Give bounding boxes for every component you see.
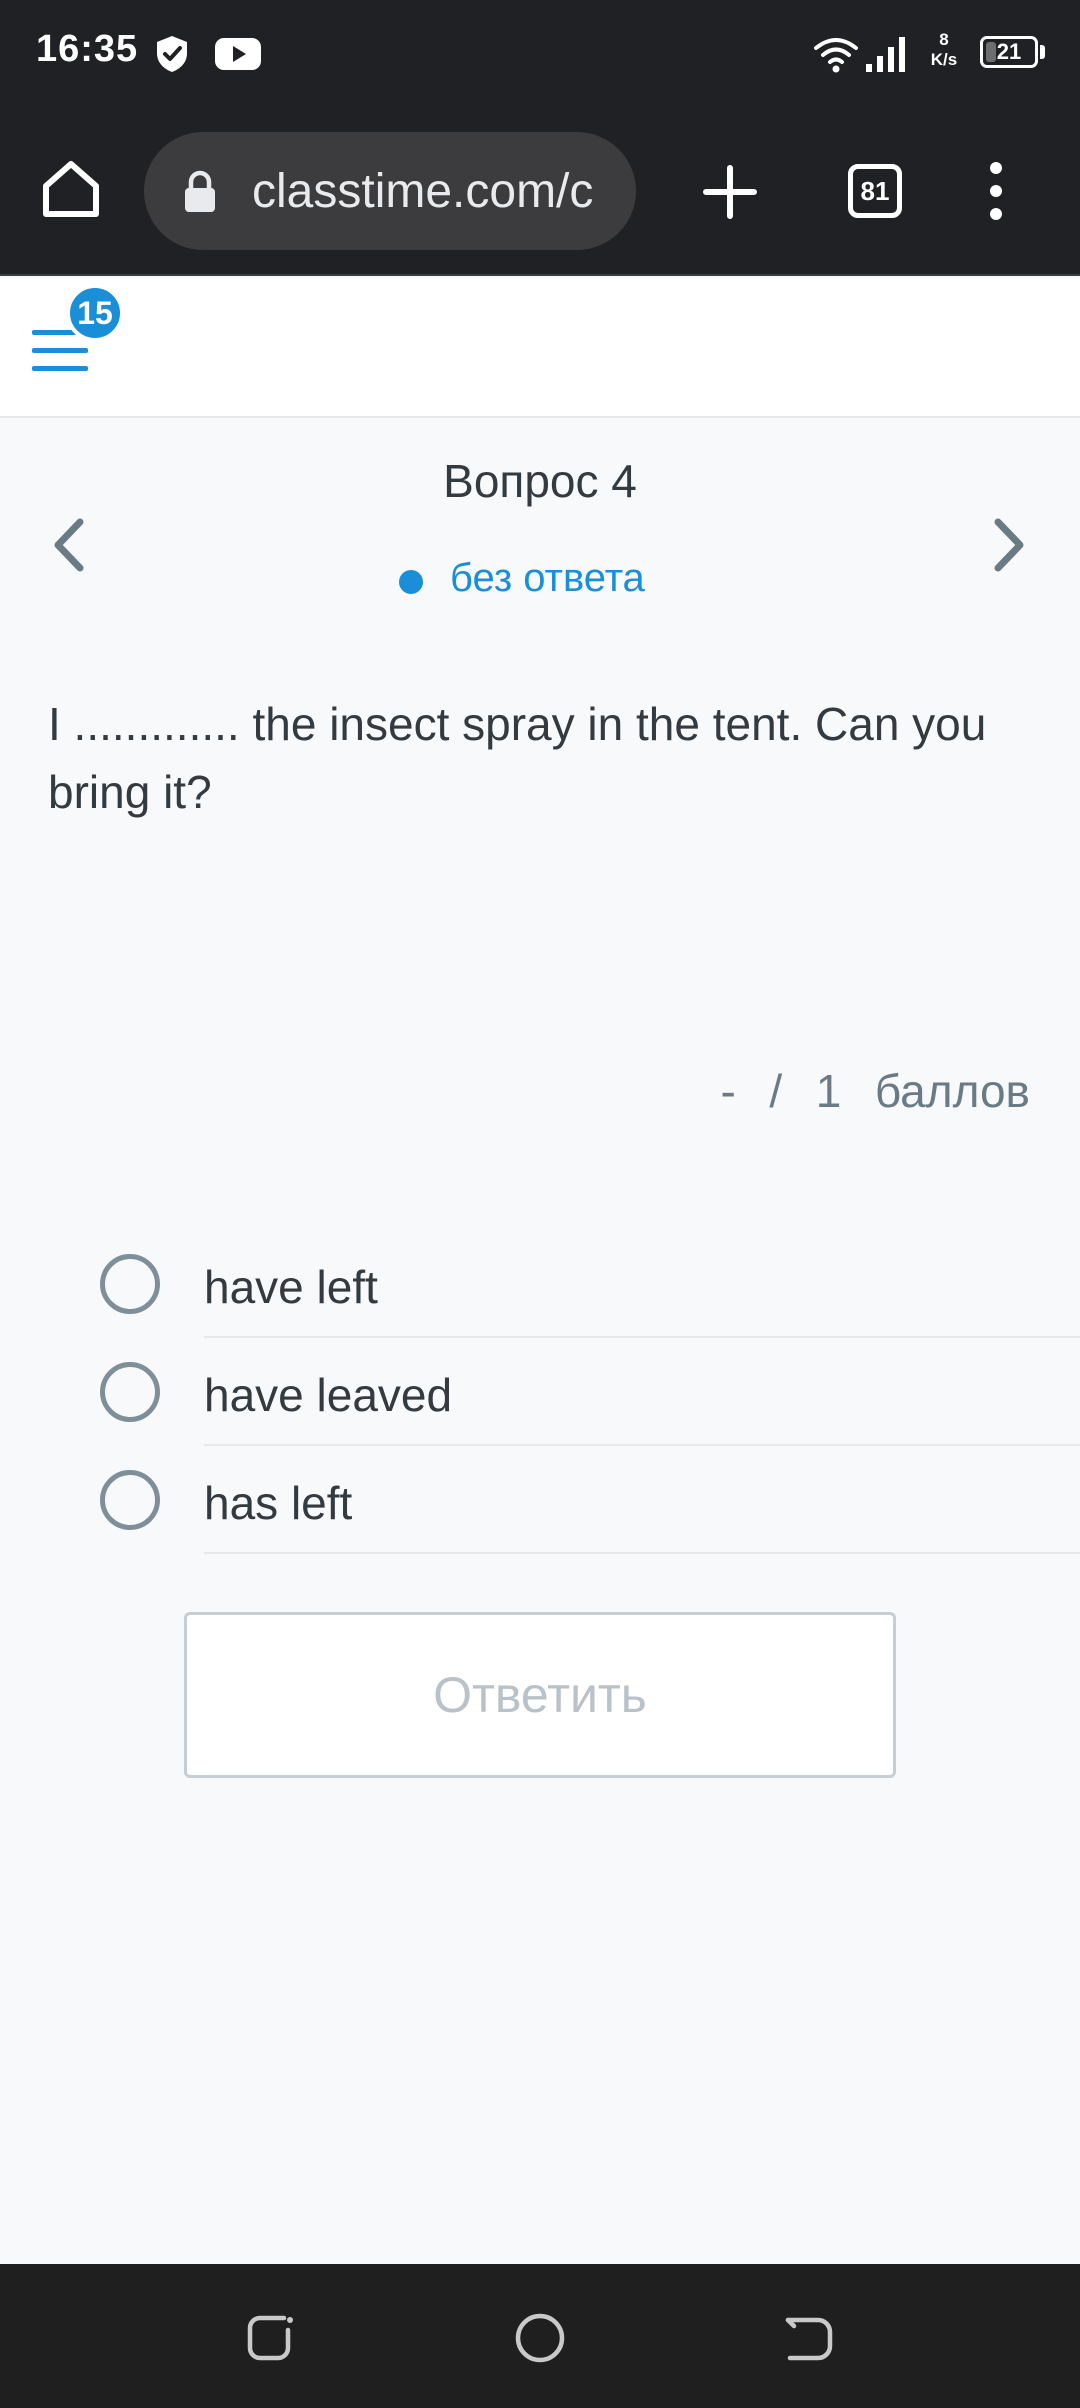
recent-apps-icon[interactable] [244,2310,300,2366]
system-nav-bar [0,2264,1080,2408]
address-bar[interactable]: classtime.com/c [144,132,636,250]
network-speed-unit: K/s [930,50,958,69]
tabs-icon[interactable]: 81 [848,164,902,218]
radio-button[interactable] [100,1254,160,1314]
question-title: Вопрос 4 [443,455,637,507]
back-icon[interactable] [780,2310,836,2366]
option-label: have leaved [204,1369,453,1421]
divider [204,1444,1080,1446]
more-vert-icon[interactable] [976,160,1016,222]
chevron-right-icon[interactable] [984,514,1034,576]
tab-count: 81 [860,176,890,206]
status-dot [399,570,423,594]
app-header: 15 [0,278,1080,418]
network-speed: 8 K/s [926,30,962,70]
home-icon[interactable] [38,156,104,222]
notification-badge: 15 [66,284,124,342]
youtube-icon [215,38,261,70]
shield-icon [157,36,187,72]
battery-cap [1040,45,1045,59]
network-speed-value: 8 [939,30,949,49]
chevron-left-icon[interactable] [44,514,94,576]
battery-icon: 21 [980,36,1038,68]
submit-button[interactable]: Ответить [184,1612,896,1778]
hamburger-line [32,348,88,353]
divider [204,1552,1080,1554]
radio-button[interactable] [100,1470,160,1530]
option-item[interactable]: have left [0,1232,1080,1340]
signal-icon [866,37,905,72]
browser-toolbar: classtime.com/c 81 [0,108,1080,276]
score: - / 1 баллов [720,1065,1030,1117]
wifi-icon [814,38,858,73]
plus-icon[interactable] [702,164,758,220]
option-label: has left [204,1477,353,1529]
divider [204,1336,1080,1338]
answer-status: без ответа [450,556,645,600]
url-text: classtime.com/c [252,165,594,218]
home-circle-icon[interactable] [512,2310,568,2366]
battery-level: 21 [996,39,1022,64]
hamburger-line [32,366,88,371]
option-item[interactable]: has left [0,1448,1080,1556]
status-bar: 16:35 8 K/s 21 [0,0,1080,108]
lock-icon [185,170,215,212]
status-time: 16:35 [36,28,139,70]
option-label: have left [204,1261,378,1313]
radio-button[interactable] [100,1362,160,1422]
question-text: I ............. the insect spray in the … [48,698,987,818]
option-item[interactable]: have leaved [0,1340,1080,1448]
